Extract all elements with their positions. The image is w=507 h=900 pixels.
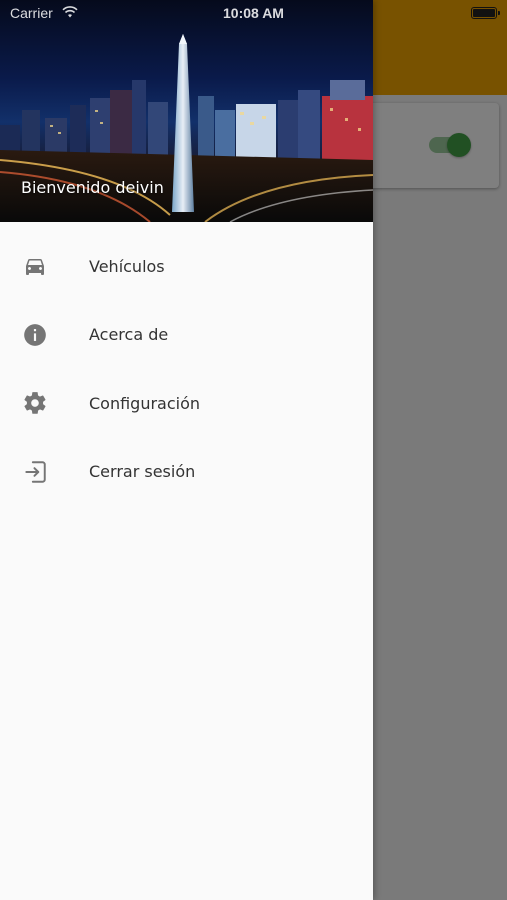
car-icon xyxy=(22,253,48,279)
status-bar: Carrier 10:08 AM xyxy=(0,0,507,28)
menu-item-vehiculos[interactable]: Vehículos xyxy=(0,232,373,301)
navigation-drawer: Bienvenido deivin Vehículos Acerca de Co… xyxy=(0,0,373,900)
menu-item-acerca-de[interactable]: Acerca de xyxy=(0,301,373,370)
welcome-text: Bienvenido deivin xyxy=(21,178,164,197)
drawer-header: Bienvenido deivin xyxy=(0,0,373,222)
menu-item-label: Configuración xyxy=(89,393,201,413)
drawer-menu: Vehículos Acerca de Configuración Cerrar… xyxy=(0,222,373,506)
battery-full-icon xyxy=(471,7,500,19)
menu-item-label: Acerca de xyxy=(89,325,169,345)
status-time: 10:08 AM xyxy=(223,5,284,21)
menu-item-cerrar-sesion[interactable]: Cerrar sesión xyxy=(0,438,373,507)
menu-item-configuracion[interactable]: Configuración xyxy=(0,369,373,438)
menu-item-label: Cerrar sesión xyxy=(89,462,196,482)
gear-icon xyxy=(22,390,48,416)
menu-item-label: Vehículos xyxy=(89,256,165,276)
info-icon xyxy=(22,322,48,348)
logout-icon xyxy=(22,459,48,485)
